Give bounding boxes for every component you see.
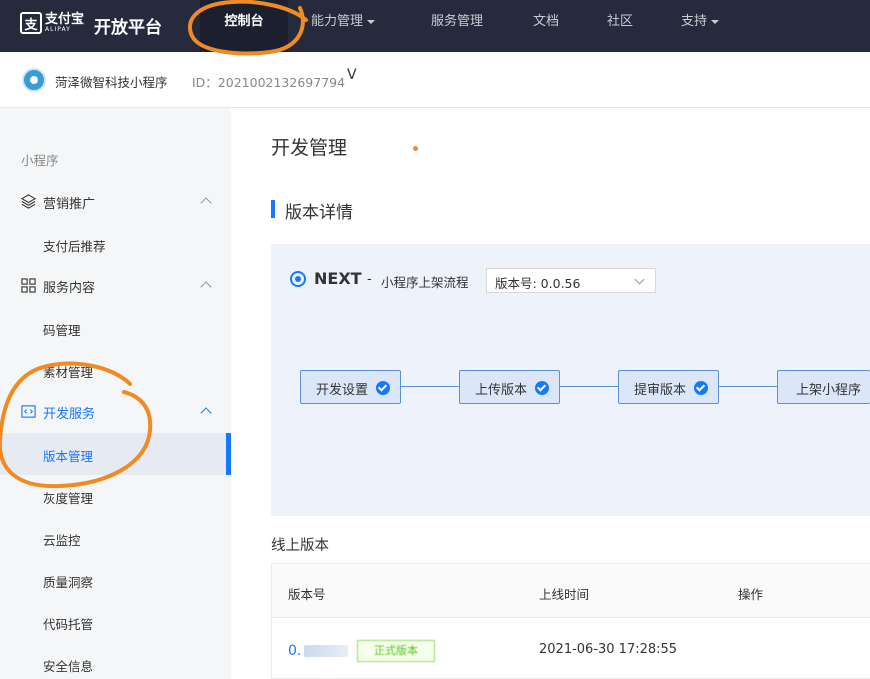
caret-down-icon xyxy=(711,19,720,24)
chevron-down-icon[interactable]: V xyxy=(347,67,357,83)
sidebar-item-pay-recommend[interactable]: 支付后推荐 xyxy=(0,223,231,265)
step-connector xyxy=(401,386,459,387)
sidebar-group-label: 开发服务 xyxy=(43,407,96,422)
next-icon xyxy=(290,271,306,287)
next-separator: - xyxy=(367,272,372,287)
chevron-up-icon xyxy=(200,407,212,419)
app-selector-bar: 菏泽微智科技小程序 ID：2021002132697794 V xyxy=(0,52,870,108)
status-dot xyxy=(413,146,418,151)
sidebar-item-security-info[interactable]: 安全信息 xyxy=(0,643,231,679)
sidebar-group-dev-services[interactable]: 开发服务 xyxy=(0,397,231,427)
check-circle-icon xyxy=(694,381,708,395)
main-content: 开发管理 版本详情 NEXT - 小程序上架流程 版本号: 0.0.56 开发设… xyxy=(231,108,870,679)
logo-text-en: ALIPAY xyxy=(45,26,71,33)
status-badge: 正式版本 xyxy=(357,640,435,662)
alipay-logo[interactable]: 支 支付宝 ALIPAY xyxy=(20,12,84,34)
app-avatar xyxy=(22,68,46,92)
online-version-title: 线上版本 xyxy=(271,538,329,554)
col-online-time: 上线时间 xyxy=(539,587,590,602)
step-connector xyxy=(719,386,777,387)
check-circle-icon xyxy=(376,381,390,395)
step-submit-review[interactable]: 提审版本 xyxy=(618,370,719,404)
nav-docs[interactable]: 文档 xyxy=(533,0,559,52)
sidebar-item-code-hosting[interactable]: 代码托管 xyxy=(0,601,231,643)
section-title: 版本详情 xyxy=(271,198,353,223)
sidebar-item-gray-release[interactable]: 灰度管理 xyxy=(0,475,231,517)
version-link[interactable]: 0. xyxy=(288,643,301,659)
nav-capability[interactable]: 能力管理 xyxy=(311,0,376,52)
platform-title: 开放平台 xyxy=(94,18,162,38)
online-time: 2021-06-30 17:28:55 xyxy=(539,642,678,657)
top-nav: 支 支付宝 ALIPAY 开放平台 控制台 能力管理 服务管理 文档 社区 支持 xyxy=(0,0,870,52)
sidebar-group-label: 服务内容 xyxy=(43,281,96,296)
step-dev-settings[interactable]: 开发设置 xyxy=(300,370,401,404)
nav-service-management[interactable]: 服务管理 xyxy=(431,0,483,52)
check-circle-icon xyxy=(535,381,549,395)
table-row: 0. 正式版本 2021-06-30 17:28:55 xyxy=(272,619,870,679)
sidebar-title: 小程序 xyxy=(21,153,59,168)
version-detail-panel: NEXT - 小程序上架流程 版本号: 0.0.56 开发设置 上传版本 提审版… xyxy=(271,244,870,516)
sidebar-item-version-management[interactable]: 版本管理 xyxy=(0,433,231,475)
nav-console[interactable]: 控制台 xyxy=(200,0,288,52)
chevron-up-icon xyxy=(200,197,212,209)
caret-down-icon xyxy=(367,19,376,24)
table-header: 版本号 上线时间 操作 xyxy=(272,564,870,618)
layers-icon xyxy=(21,194,36,209)
col-actions: 操作 xyxy=(738,587,764,602)
app-name[interactable]: 菏泽微智科技小程序 xyxy=(55,72,168,91)
sidebar-item-material-management[interactable]: 素材管理 xyxy=(0,349,231,391)
page-title: 开发管理 xyxy=(271,137,348,159)
step-connector xyxy=(560,386,618,387)
grid-icon xyxy=(21,278,36,293)
next-subtitle: 小程序上架流程 xyxy=(381,275,469,290)
chevron-down-icon xyxy=(634,274,645,285)
redacted-text xyxy=(304,645,348,657)
sidebar: 小程序 营销推广 支付后推荐 服务内容 码管理 素材管理 开发服务 版本管理 灰… xyxy=(0,108,231,679)
sidebar-group-marketing[interactable]: 营销推广 xyxy=(0,187,231,217)
online-version-table: 版本号 上线时间 操作 0. 正式版本 2021-06-30 17:28:55 xyxy=(271,563,870,679)
version-select[interactable]: 版本号: 0.0.56 xyxy=(486,268,656,293)
step-upload-version[interactable]: 上传版本 xyxy=(459,370,560,404)
sidebar-group-content[interactable]: 服务内容 xyxy=(0,271,231,301)
code-icon xyxy=(21,405,36,418)
sidebar-item-cloud-monitor[interactable]: 云监控 xyxy=(0,517,231,559)
alipay-logo-icon: 支 xyxy=(20,12,42,34)
sidebar-item-quality-insight[interactable]: 质量洞察 xyxy=(0,559,231,601)
col-version: 版本号 xyxy=(288,587,326,602)
logo-text-cn: 支付宝 xyxy=(45,12,85,27)
sidebar-item-code-management[interactable]: 码管理 xyxy=(0,307,231,349)
chevron-up-icon xyxy=(200,281,212,293)
step-publish[interactable]: 上架小程序 xyxy=(777,370,870,404)
app-id: ID：2021002132697794 xyxy=(192,75,346,90)
sidebar-group-label: 营销推广 xyxy=(43,197,96,212)
next-brand: NEXT xyxy=(314,269,362,288)
nav-community[interactable]: 社区 xyxy=(607,0,633,52)
nav-support[interactable]: 支持 xyxy=(681,0,720,52)
